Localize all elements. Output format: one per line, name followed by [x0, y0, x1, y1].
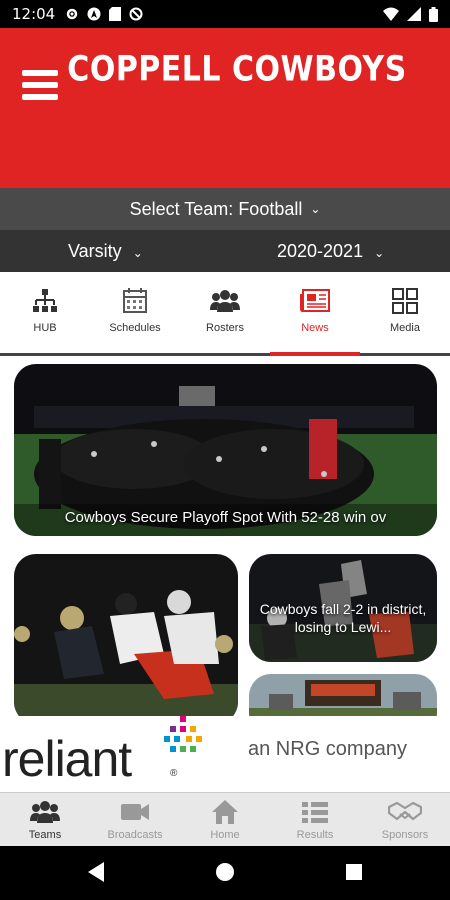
- news-caption: Cowboys fall 2-2 in district, losing to …: [259, 601, 427, 635]
- chevron-down-icon: ⌄: [310, 202, 321, 216]
- sponsor-logo-text: reliant: [2, 731, 132, 787]
- nav-teams-label: Teams: [28, 829, 62, 841]
- nav-home[interactable]: Home: [180, 793, 270, 846]
- video-camera-icon: [121, 804, 149, 820]
- news-card[interactable]: [249, 674, 437, 716]
- settings-icon: [66, 8, 78, 20]
- tab-media[interactable]: Media: [360, 272, 450, 353]
- nav-broadcasts-label: Broadcasts: [107, 829, 163, 841]
- section-tabs: HUB Schedules Rosters News Media: [0, 272, 450, 356]
- nav-sponsors[interactable]: Sponsors: [360, 793, 450, 846]
- tab-schedules-label: Schedules: [109, 322, 161, 334]
- signal-icon: [407, 7, 421, 21]
- newspaper-icon: [300, 289, 330, 312]
- news-photo: [249, 674, 437, 716]
- sponsor-registered-mark: ®: [170, 768, 178, 779]
- back-icon[interactable]: [86, 860, 106, 884]
- app-header: COPPELL COWBOYS: [0, 28, 450, 188]
- news-list: Cowboys Secure Playoff Spot With 52-28 w…: [0, 356, 450, 716]
- app-title: COPPELL COWBOYS: [67, 49, 407, 90]
- nav-teams[interactable]: Teams: [0, 793, 90, 846]
- system-nav-bar: [0, 846, 450, 900]
- tab-hub[interactable]: HUB: [0, 272, 90, 353]
- nav-results-label: Results: [296, 829, 334, 841]
- news-caption: Cowboys Secure Playoff Spot With 52-28 w…: [64, 509, 387, 526]
- status-bar: 12:04: [0, 0, 450, 28]
- wifi-icon: [383, 7, 399, 21]
- grid-icon: [392, 288, 418, 314]
- news-card[interactable]: [14, 554, 238, 716]
- people-icon: [30, 801, 60, 823]
- level-value: Varsity: [68, 241, 122, 261]
- news-card[interactable]: Cowboys fall 2-2 in district, losing to …: [249, 554, 437, 662]
- news-card[interactable]: Cowboys Secure Playoff Spot With 52-28 w…: [14, 364, 437, 536]
- tab-media-label: Media: [390, 322, 420, 334]
- season-value: 2020-2021: [277, 241, 364, 261]
- handshake-icon: [388, 801, 422, 821]
- team-selector-value: Football: [238, 198, 303, 219]
- hub-icon: [33, 289, 57, 312]
- tab-rosters[interactable]: Rosters: [180, 272, 270, 353]
- tab-news-label: News: [301, 322, 329, 334]
- battery-icon: [429, 6, 438, 22]
- season-dropdown[interactable]: 2020-2021 ⌄: [277, 241, 384, 262]
- level-dropdown[interactable]: Varsity ⌄: [68, 241, 143, 262]
- calendar-icon: [123, 288, 147, 313]
- chevron-down-icon: ⌄: [374, 246, 385, 260]
- chevron-down-icon: ⌄: [132, 246, 143, 260]
- tab-rosters-label: Rosters: [206, 322, 244, 334]
- nav-app-icon: [87, 7, 101, 21]
- tab-news[interactable]: News: [270, 272, 360, 356]
- nav-results[interactable]: Results: [270, 793, 360, 846]
- filter-bar: Varsity ⌄ 2020-2021 ⌄: [0, 230, 450, 272]
- nav-sponsors-label: Sponsors: [381, 829, 429, 841]
- people-icon: [210, 290, 240, 312]
- list-icon: [302, 802, 328, 823]
- nav-home-label: Home: [210, 829, 240, 841]
- home-icon: [212, 800, 238, 824]
- news-photo: [14, 554, 238, 716]
- sponsor-tagline: an NRG company: [248, 738, 407, 760]
- sponsor-banner[interactable]: reliant ® an NRG company: [0, 716, 450, 792]
- sd-card-icon: [109, 7, 122, 21]
- status-time: 12:04: [12, 5, 56, 23]
- bottom-nav: Teams Broadcasts Home Results Sponsors: [0, 792, 450, 846]
- sponsor-logo-mark: [164, 716, 202, 752]
- recents-icon[interactable]: [344, 860, 364, 884]
- team-selector[interactable]: Select Team: Football ⌄: [0, 188, 450, 230]
- tab-schedules[interactable]: Schedules: [90, 272, 180, 353]
- tab-hub-label: HUB: [33, 322, 57, 334]
- home-button-icon[interactable]: [214, 860, 236, 884]
- no-sync-icon: [129, 7, 143, 21]
- nav-broadcasts[interactable]: Broadcasts: [90, 793, 180, 846]
- team-selector-label: Select Team:: [129, 198, 234, 219]
